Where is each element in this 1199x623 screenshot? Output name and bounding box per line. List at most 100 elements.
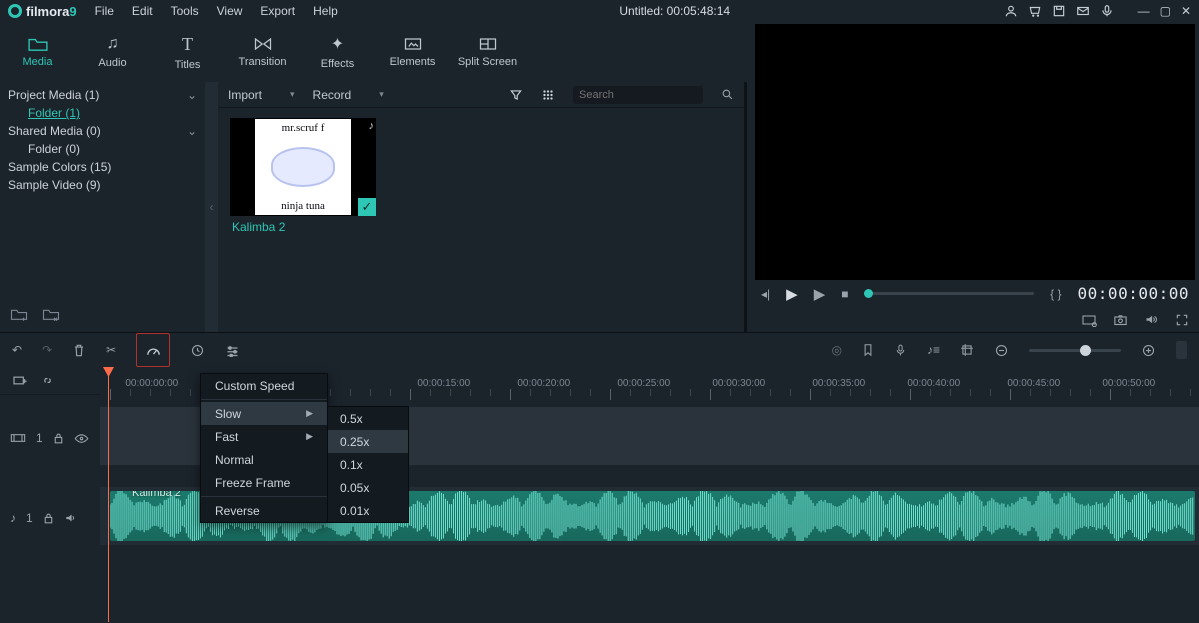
zoom-in-button[interactable] [1141,343,1156,358]
tab-titles[interactable]: T Titles [150,22,225,82]
zoom-fit-button[interactable] [1176,341,1187,359]
split-button[interactable]: ✂ [106,343,116,357]
snapshot-icon[interactable] [1113,313,1128,326]
chevron-down-icon: ▾ [379,89,384,100]
media-clip[interactable]: mr.scruf f ninja tuna ♪ ✓ Kalimba 2 [230,118,376,238]
album-art: mr.scruf f ninja tuna [255,119,351,215]
delete-folder-icon[interactable] [42,307,60,321]
volume-icon[interactable] [1144,313,1159,326]
menu-freeze-frame[interactable]: Freeze Frame [201,471,327,494]
menu-slow[interactable]: Slow▶ [201,402,327,425]
play-button[interactable]: ▶ [786,285,798,303]
speaker-icon[interactable] [64,512,78,524]
split-screen-icon [478,36,498,52]
import-dropdown[interactable]: Import▾ [228,88,295,102]
effects-icon: ✦ [331,34,344,54]
slow-0-5x[interactable]: 0.5x [328,407,408,430]
search-input[interactable] [573,86,703,104]
mixer-icon[interactable]: ♪≡ [927,343,940,357]
tab-media[interactable]: Media [0,22,75,82]
render-icon[interactable]: ◎ [832,343,842,357]
timeline: 1 ♪ 1 00:00:00:0000:00:15:0000:00:20:000… [0,367,1199,622]
tree-shared-media[interactable]: Shared Media (0)⌄ [0,122,205,140]
save-icon[interactable] [1052,4,1066,18]
new-folder-icon[interactable] [10,307,28,321]
account-icon[interactable] [1004,4,1018,18]
slow-0-01x[interactable]: 0.01x [328,499,408,522]
preview-seekbar[interactable] [864,292,1034,295]
menu-tools[interactable]: Tools [163,1,207,21]
play-all-button[interactable]: ▶ [814,285,826,303]
video-track-header[interactable]: 1 [0,409,100,467]
menu-export[interactable]: Export [252,1,303,21]
grid-view-icon[interactable] [541,88,555,102]
mark-in-out-icon[interactable]: { } [1050,287,1061,301]
add-track-icon[interactable] [12,374,28,387]
minimize-button[interactable]: — [1138,4,1150,18]
mic-icon[interactable] [1100,4,1114,18]
close-button[interactable]: ✕ [1181,4,1191,18]
tab-audio[interactable]: ♫ Audio [75,22,150,82]
link-icon[interactable] [40,374,55,387]
tab-elements[interactable]: Elements [375,22,450,82]
playhead[interactable] [108,367,109,622]
menu-reverse[interactable]: Reverse [201,499,327,522]
filter-icon[interactable] [509,88,523,102]
added-check-icon: ✓ [358,198,376,216]
menu-custom-speed[interactable]: Custom Speed [201,374,327,397]
tree-project-media[interactable]: Project Media (1)⌄ [0,86,205,104]
preview-canvas[interactable] [755,24,1195,280]
slow-0-25x[interactable]: 0.25x [328,430,408,453]
duration-button[interactable] [190,343,205,358]
tree-sample-video[interactable]: Sample Video (9) [0,176,205,194]
cart-icon[interactable] [1028,4,1042,18]
tab-transition[interactable]: Transition [225,22,300,82]
lock-icon[interactable] [43,512,54,525]
record-dropdown[interactable]: Record▾ [313,88,384,102]
tab-effects[interactable]: ✦ Effects [300,22,375,82]
marker-icon[interactable] [862,343,874,358]
chevron-down-icon: ⌄ [187,124,197,138]
eye-icon[interactable] [74,433,89,444]
clip-name: Kalimba 2 [230,216,376,238]
crop-icon[interactable] [960,343,974,357]
speed-menu: Custom Speed Slow▶ Fast▶ Normal Freeze F… [200,373,328,523]
document-title: Untitled: 00:05:48:14 [346,4,1004,18]
stop-button[interactable]: ■ [841,287,848,301]
audio-track-header[interactable]: ♪ 1 [0,489,100,547]
zoom-slider[interactable] [1029,349,1121,352]
fullscreen-icon[interactable] [1175,313,1189,327]
slow-0-05x[interactable]: 0.05x [328,476,408,499]
slow-0-1x[interactable]: 0.1x [328,453,408,476]
menu-edit[interactable]: Edit [124,1,161,21]
undo-button[interactable]: ↶ [12,343,22,357]
collapse-panel-button[interactable]: ‹ [205,82,218,332]
menu-view[interactable]: View [209,1,251,21]
speed-button[interactable] [136,333,170,367]
menu-fast[interactable]: Fast▶ [201,425,327,448]
elements-icon [403,36,423,52]
app-logo: filmora9 [8,4,77,19]
menu-help[interactable]: Help [305,1,346,21]
settings-icon[interactable] [1081,313,1097,327]
menu-normal[interactable]: Normal [201,448,327,471]
lock-icon[interactable] [53,432,64,445]
tree-sample-colors[interactable]: Sample Colors (15) [0,158,205,176]
redo-button[interactable]: ↷ [42,343,52,357]
mail-icon[interactable] [1076,4,1090,18]
video-track-icon [10,432,26,444]
prev-frame-button[interactable]: ◂| [761,287,770,301]
chevron-down-icon: ⌄ [187,88,197,102]
maximize-button[interactable]: ▢ [1160,4,1171,18]
menu-file[interactable]: File [87,1,122,21]
record-vo-icon[interactable] [894,343,907,358]
tree-folder-1[interactable]: Folder (1) [0,104,205,122]
zoom-out-button[interactable] [994,343,1009,358]
delete-button[interactable] [72,343,86,358]
tab-split-screen[interactable]: Split Screen [450,22,525,82]
tree-folder-0[interactable]: Folder (0) [0,140,205,158]
adjust-button[interactable] [225,344,240,357]
project-media-panel: Project Media (1)⌄ Folder (1) Shared Med… [0,82,205,332]
slow-submenu: 0.5x 0.25x 0.1x 0.05x 0.01x [327,406,409,523]
search-icon[interactable] [721,88,734,101]
